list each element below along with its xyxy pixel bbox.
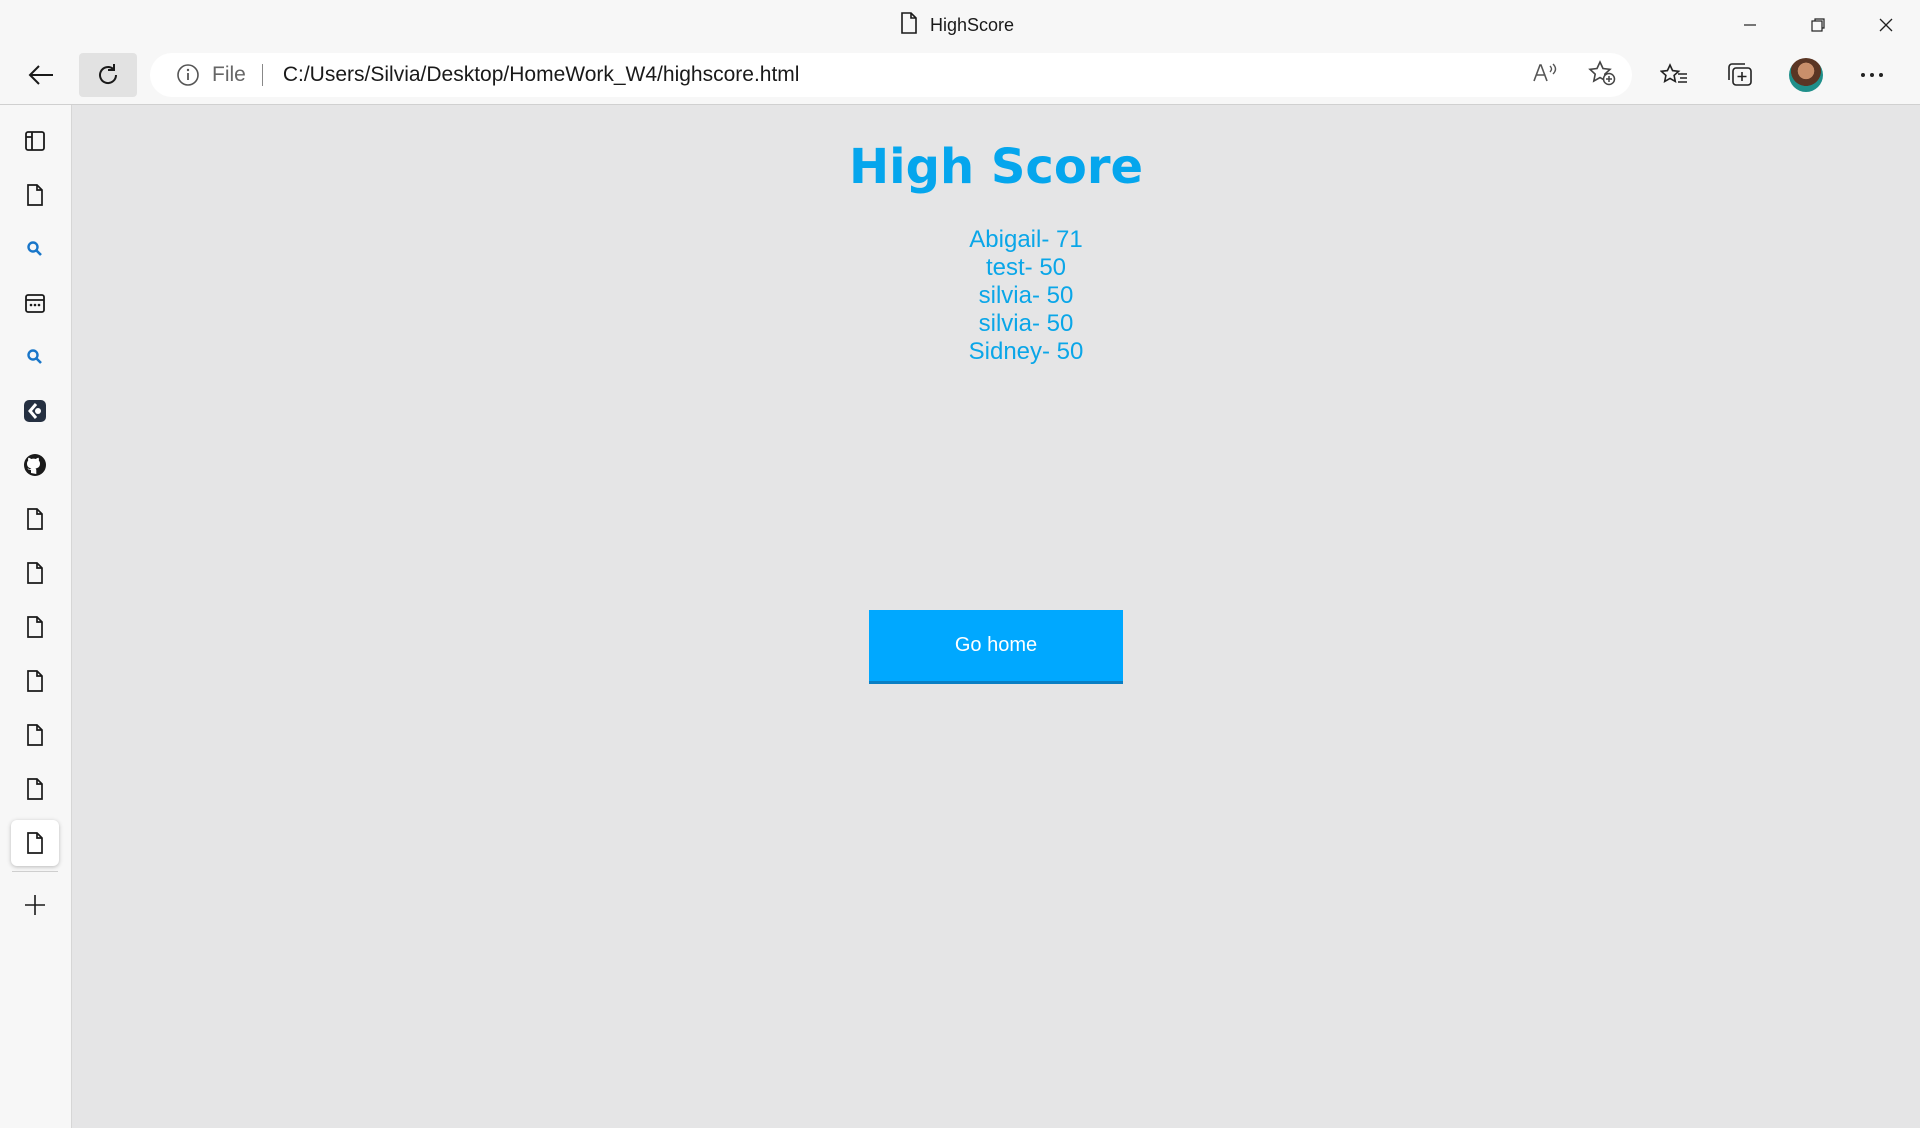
favorites-icon: [1660, 63, 1687, 83]
score-entry: silvia- 50: [978, 282, 1074, 309]
sidebar-tab-active[interactable]: [11, 820, 59, 866]
read-aloud-icon: [1533, 63, 1557, 81]
restore-button[interactable]: [1784, 0, 1852, 50]
sidebar-tab-1[interactable]: [11, 172, 59, 218]
score-entry: Abigail- 71: [969, 226, 1083, 253]
sidebar-tab-11[interactable]: [11, 712, 59, 758]
sidebar-tab-8[interactable]: [11, 550, 59, 596]
page-title: High Score: [848, 139, 1144, 195]
tab-title-text: HighScore: [930, 14, 1015, 35]
page-icon: [27, 724, 43, 746]
dark-app-icon: [24, 400, 46, 422]
back-arrow-icon: [28, 65, 53, 85]
sidebar-divider: [12, 871, 58, 872]
go-home-button[interactable]: Go home: [869, 610, 1123, 684]
back-button[interactable]: [12, 53, 70, 97]
score-entry: Sidney- 50: [968, 338, 1084, 365]
github-icon: [24, 454, 46, 476]
minimize-button[interactable]: [1716, 0, 1784, 50]
page-icon: [900, 11, 918, 39]
sidebar-tab-12[interactable]: [11, 766, 59, 812]
close-button[interactable]: [1852, 0, 1920, 50]
refresh-button[interactable]: [79, 53, 137, 97]
address-prefix: File: [212, 63, 246, 86]
calendar-icon: [25, 294, 45, 313]
more-menu-icon: [1861, 73, 1883, 77]
page-icon: [27, 832, 43, 854]
page-icon: [27, 778, 43, 800]
profile-button[interactable]: [1773, 53, 1839, 97]
site-info-button[interactable]: [176, 63, 200, 87]
sidebar-tab-3[interactable]: [11, 280, 59, 326]
sidebar-tab-2[interactable]: [11, 226, 59, 272]
restore-icon: [1811, 18, 1825, 32]
toolbar-actions: [1641, 53, 1905, 97]
tab-title[interactable]: HighScore: [900, 11, 1015, 39]
info-icon: [177, 64, 199, 86]
window-controls: [1716, 0, 1920, 50]
tab-actions-button[interactable]: [11, 118, 59, 164]
vertical-tabs-sidebar: [0, 105, 72, 1128]
page-icon: [27, 670, 43, 692]
minimize-icon: [1744, 24, 1756, 26]
browser-toolbar: File C:/Users/Silvia/Desktop/HomeWork_W4…: [0, 50, 1920, 105]
address-separator: [261, 64, 263, 86]
read-aloud-button[interactable]: [1532, 61, 1558, 90]
add-favorite-icon: [1588, 59, 1616, 85]
sidebar-tab-4[interactable]: [11, 334, 59, 380]
score-entry: silvia- 50: [978, 310, 1074, 337]
sidebar-tab-5[interactable]: [11, 388, 59, 434]
page-icon: [27, 616, 43, 638]
more-menu-button[interactable]: [1839, 53, 1905, 97]
sidebar-tab-6[interactable]: [11, 442, 59, 488]
add-icon: [25, 895, 45, 915]
page-content: High Score Abigail- 71 test- 50 silvia- …: [72, 105, 1920, 1128]
collections-icon: [1728, 63, 1752, 86]
refresh-icon: [99, 64, 118, 84]
new-tab-button[interactable]: [11, 882, 59, 928]
vertical-tabs-icon: [25, 131, 45, 151]
collections-button[interactable]: [1707, 53, 1773, 97]
favorites-button[interactable]: [1641, 53, 1707, 97]
page-icon: [27, 562, 43, 584]
highscore-list: Abigail- 71 test- 50 silvia- 50 silvia- …: [72, 226, 1920, 366]
close-icon: [1879, 18, 1893, 32]
sidebar-tab-9[interactable]: [11, 604, 59, 650]
page-icon: [27, 508, 43, 530]
page-icon: [27, 184, 43, 206]
sidebar-tab-10[interactable]: [11, 658, 59, 704]
title-bar: HighScore: [0, 0, 1920, 50]
url-text[interactable]: C:/Users/Silvia/Desktop/HomeWork_W4/high…: [283, 63, 800, 87]
address-actions: [1532, 53, 1616, 97]
search-icon: [27, 349, 42, 364]
profile-avatar: [1789, 58, 1823, 92]
score-entry: test- 50: [985, 254, 1067, 281]
address-bar[interactable]: File C:/Users/Silvia/Desktop/HomeWork_W4…: [150, 53, 1632, 97]
sidebar-tab-7[interactable]: [11, 496, 59, 542]
add-favorite-button[interactable]: [1588, 59, 1616, 91]
search-icon: [27, 241, 42, 256]
